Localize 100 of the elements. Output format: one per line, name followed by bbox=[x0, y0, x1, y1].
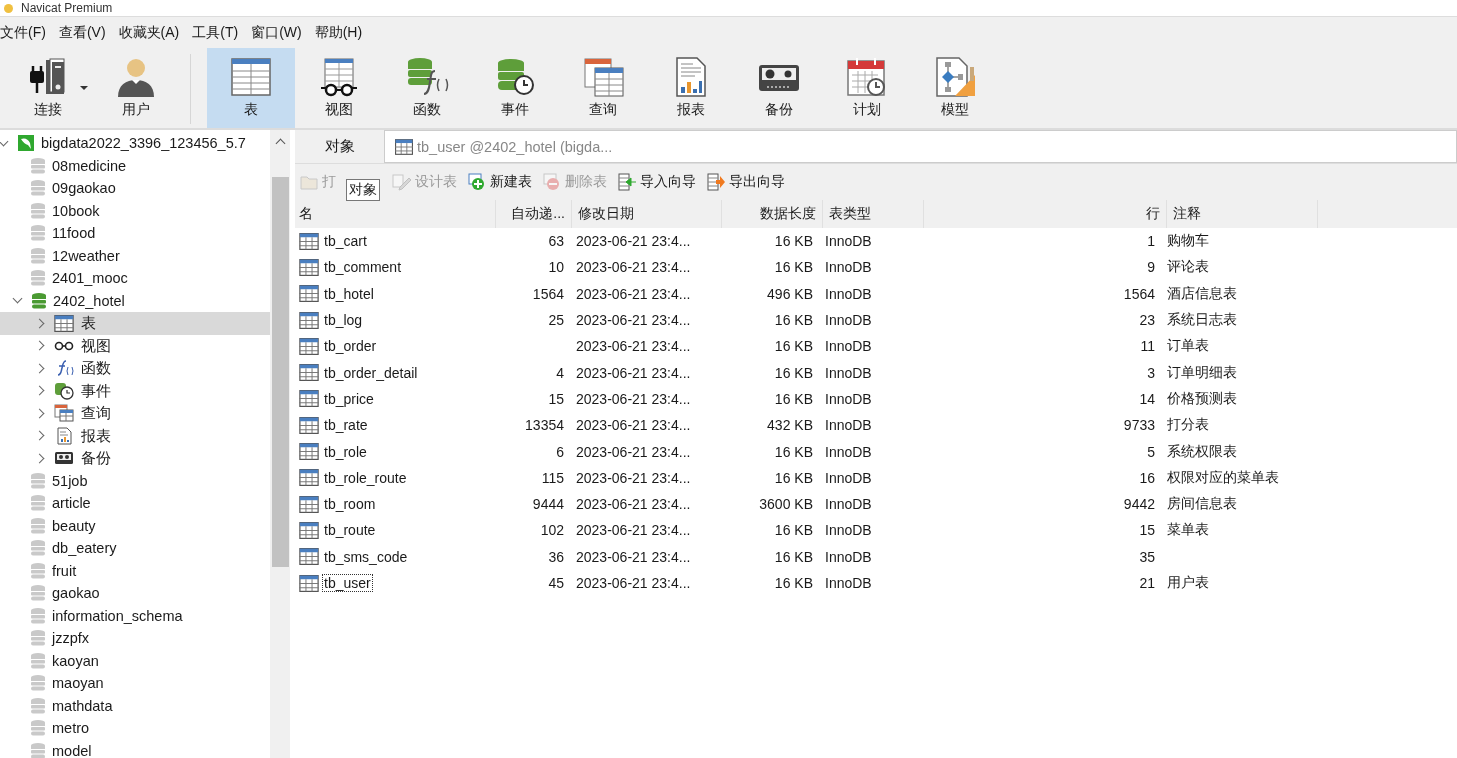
tree-item[interactable]: 2402_hotel bbox=[0, 289, 270, 312]
database-icon bbox=[30, 561, 46, 580]
table-cell-text: InnoDB bbox=[824, 495, 873, 515]
menu-item[interactable]: 收藏夹(A) bbox=[118, 23, 180, 42]
tree-item[interactable]: 12weather bbox=[0, 244, 270, 267]
toolbar-button[interactable]: 新建表 bbox=[467, 173, 532, 191]
table-name[interactable]: tb_comment bbox=[322, 258, 404, 277]
table-cell-text: 9 bbox=[1146, 258, 1156, 278]
tree-item[interactable]: article bbox=[0, 492, 270, 515]
toolbar-button[interactable]: 计划 bbox=[823, 48, 911, 128]
tree-item[interactable]: db_eatery bbox=[0, 537, 270, 560]
menu-item[interactable]: 工具(T) bbox=[192, 23, 239, 42]
tree-item[interactable]: 表 bbox=[0, 312, 270, 335]
table-name[interactable]: tb_role bbox=[322, 442, 369, 461]
tree-item[interactable]: 备份 bbox=[0, 447, 270, 470]
column-header[interactable]: 行 bbox=[924, 200, 1167, 228]
toolbar-button[interactable]: 导出向导 bbox=[706, 173, 785, 191]
table-cell-text: 432 KB bbox=[766, 416, 814, 436]
clock-database-icon bbox=[54, 381, 74, 400]
table-icon bbox=[229, 57, 273, 97]
tree-item[interactable]: beauty bbox=[0, 514, 270, 537]
toolbar-button[interactable]: 备份 bbox=[735, 48, 823, 128]
tree-item[interactable]: gaokao bbox=[0, 582, 270, 605]
table-name[interactable]: tb_rate bbox=[322, 416, 370, 435]
query-table-icon bbox=[54, 404, 74, 423]
menu-item[interactable]: 帮助(H) bbox=[314, 23, 363, 42]
tree-item[interactable]: 事件 bbox=[0, 379, 270, 402]
tree-item[interactable]: 51job bbox=[0, 469, 270, 492]
tab[interactable]: tb_user @2402_hotel (bigda... bbox=[384, 130, 1457, 163]
tree-item[interactable]: 08medicine bbox=[0, 154, 270, 177]
tree-item[interactable]: model bbox=[0, 739, 270, 758]
menu-item[interactable]: 文件(F) bbox=[0, 23, 46, 42]
table-cell-text: 1564 bbox=[1122, 284, 1156, 304]
dropdown-caret-icon[interactable] bbox=[80, 86, 88, 90]
tree-item[interactable]: mathdata bbox=[0, 694, 270, 717]
database-icon bbox=[30, 696, 46, 715]
toolbar-button[interactable]: 模型 bbox=[911, 48, 999, 128]
toolbar-button[interactable]: 用户 bbox=[92, 48, 180, 128]
menu-item[interactable]: 查看(V) bbox=[58, 23, 106, 42]
tree-item[interactable]: jzzpfx bbox=[0, 627, 270, 650]
column-header[interactable]: 数据长度 bbox=[722, 200, 823, 228]
tree-item[interactable]: 函数 bbox=[0, 357, 270, 380]
table-name[interactable]: tb_order_detail bbox=[322, 363, 420, 382]
table-name[interactable]: tb_price bbox=[322, 389, 376, 408]
column-header[interactable]: 名 bbox=[295, 200, 496, 228]
table-cell-text: 23 bbox=[1138, 311, 1156, 331]
tree-item[interactable]: 11food bbox=[0, 222, 270, 245]
tree-item[interactable]: metro bbox=[0, 717, 270, 740]
tree-item[interactable]: maoyan bbox=[0, 672, 270, 695]
toolbar-button[interactable]: 函数 bbox=[383, 48, 471, 128]
tree-item[interactable]: 2401_mooc bbox=[0, 267, 270, 290]
tree-item[interactable]: fruit bbox=[0, 559, 270, 582]
table-cell-text: InnoDB bbox=[824, 442, 873, 462]
toolbar-button[interactable]: 事件 bbox=[471, 48, 559, 128]
table-name[interactable]: tb_hotel bbox=[322, 284, 376, 303]
table-name[interactable]: tb_route bbox=[322, 521, 378, 540]
toolbar-button[interactable]: 查询 bbox=[559, 48, 647, 128]
table-name[interactable]: tb_cart bbox=[322, 232, 369, 251]
toolbar-button[interactable]: 导入向导 bbox=[617, 173, 696, 191]
table-name[interactable]: tb_role_route bbox=[322, 468, 409, 487]
table-icon bbox=[299, 232, 319, 250]
table-cell-text: InnoDB bbox=[824, 468, 873, 488]
database-icon bbox=[30, 674, 46, 693]
table-cell-text: 115 bbox=[540, 468, 565, 488]
table-name[interactable]: tb_log bbox=[322, 311, 365, 330]
table-cell-text: 2023-06-21 23:4... bbox=[575, 232, 692, 252]
table-cell-text: 2023-06-21 23:4... bbox=[575, 416, 692, 436]
table-icon bbox=[299, 285, 319, 303]
scroll-thumb[interactable] bbox=[271, 177, 289, 567]
table-icon bbox=[299, 258, 319, 276]
tree-item[interactable]: 查询 bbox=[0, 402, 270, 425]
toolbar-button[interactable]: 连接 bbox=[4, 48, 92, 128]
table-cell-text: 102 bbox=[539, 521, 565, 541]
tree-item[interactable]: 10book bbox=[0, 199, 270, 222]
tab[interactable]: 对象 bbox=[295, 130, 384, 163]
tree-item[interactable]: 09gaokao bbox=[0, 177, 270, 200]
tree-item[interactable]: information_schema bbox=[0, 604, 270, 627]
column-header[interactable]: 自动递... bbox=[496, 200, 572, 228]
table-name[interactable]: tb_room bbox=[322, 495, 378, 514]
table-name[interactable]: tb_order bbox=[322, 337, 379, 356]
tree-item[interactable]: kaoyan bbox=[0, 649, 270, 672]
scrollbar[interactable] bbox=[270, 130, 290, 758]
tree-item[interactable]: 报表 bbox=[0, 424, 270, 447]
tree-item[interactable]: 视图 bbox=[0, 334, 270, 357]
column-header[interactable]: 修改日期 bbox=[572, 200, 722, 228]
toolbar-button[interactable]: 报表 bbox=[647, 48, 735, 128]
database-icon bbox=[30, 269, 46, 288]
toolbar-button[interactable]: 表 bbox=[207, 48, 295, 128]
tree-item[interactable]: bigdata2022_3396_123456_5.7 bbox=[0, 132, 270, 155]
column-header[interactable]: 注释 bbox=[1167, 200, 1318, 228]
pencil-icon bbox=[392, 173, 412, 191]
table-name[interactable]: tb_user bbox=[322, 574, 373, 592]
table-cell-text: 2023-06-21 23:4... bbox=[575, 337, 692, 357]
table-cell-text: 2023-06-21 23:4... bbox=[575, 574, 692, 593]
table-cell-text: 16 KB bbox=[773, 389, 814, 409]
table-name[interactable]: tb_sms_code bbox=[322, 547, 410, 566]
menu-item[interactable]: 窗口(W) bbox=[251, 23, 302, 42]
column-header[interactable]: 表类型 bbox=[823, 200, 924, 228]
toolbar-button[interactable]: 视图 bbox=[295, 48, 383, 128]
table-cell-text: 2023-06-21 23:4... bbox=[575, 521, 692, 541]
